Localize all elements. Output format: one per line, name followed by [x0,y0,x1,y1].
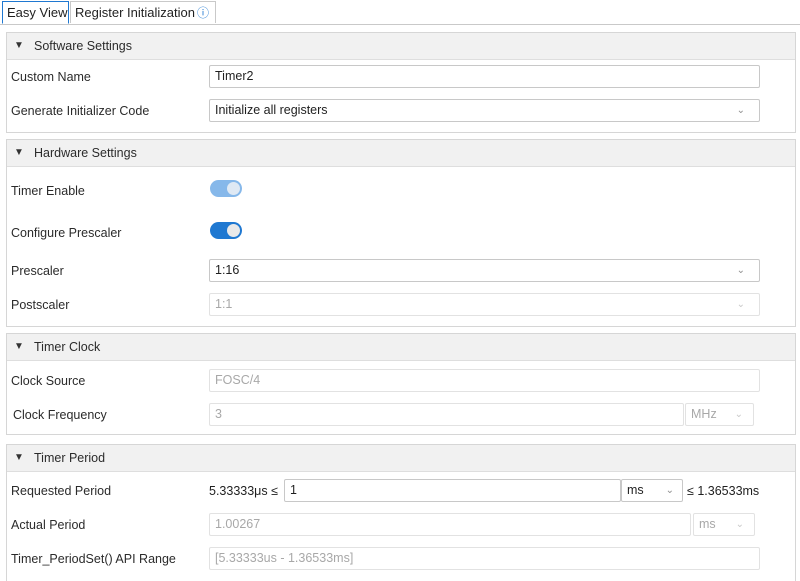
tab-easy-view-label: Easy View [7,5,68,20]
chevron-down-icon: ⌄ [736,265,745,276]
section-title: Timer Clock [34,340,101,354]
actual-period-value: 1.00267 [215,517,261,531]
hardware-settings-section: ▼ Hardware Settings Timer Enable Configu… [6,139,796,327]
prescaler-select[interactable]: 1:16 ⌄ [209,259,760,282]
requested-period-unit: ms [627,483,644,497]
chevron-down-icon: ⌄ [734,409,743,420]
actual-period-unit-select: ms ⌄ [693,513,755,536]
collapse-caret-icon[interactable]: ▼ [14,341,24,352]
generate-initializer-value: Initialize all registers [215,103,328,117]
section-title: Software Settings [34,39,132,53]
api-range-field: [5.33333us - 1.36533ms] [209,547,760,570]
actual-period-unit: ms [699,517,716,531]
collapse-caret-icon[interactable]: ▼ [14,147,24,158]
tab-easy-view[interactable]: Easy View [2,1,69,24]
timer-enable-toggle[interactable] [210,180,242,197]
clock-source-value: FOSC/4 [215,373,261,387]
api-range-label: Timer_PeriodSet() API Range [11,552,176,566]
requested-period-unit-select[interactable]: ms ⌄ [621,479,683,502]
timer-clock-section: ▼ Timer Clock Clock Source FOSC/4 Clock … [6,333,796,435]
postscaler-label: Postscaler [11,298,70,312]
custom-name-label: Custom Name [11,70,91,84]
timer-clock-header[interactable]: ▼ Timer Clock [7,334,795,361]
timer-enable-label: Timer Enable [11,184,85,198]
toggle-knob [227,182,240,195]
timer-period-header[interactable]: ▼ Timer Period [7,445,795,472]
api-range-value: [5.33333us - 1.36533ms] [215,551,354,565]
generate-initializer-select[interactable]: Initialize all registers ⌄ [209,99,760,122]
collapse-caret-icon[interactable]: ▼ [14,452,24,463]
clock-frequency-field: 3 [209,403,684,426]
clock-frequency-unit: MHz [691,407,717,421]
collapse-caret-icon[interactable]: ▼ [14,40,24,51]
requested-period-label: Requested Period [11,484,112,498]
custom-name-value: Timer2 [215,69,254,83]
requested-period-value: 1 [290,483,297,497]
timer-period-section: ▼ Timer Period Requested Period 5.33333μ… [6,444,796,581]
clock-source-field: FOSC/4 [209,369,760,392]
chevron-down-icon: ⌄ [736,299,745,310]
tab-bar: Easy View Register Initialization ⓘ [0,0,800,25]
prescaler-label: Prescaler [11,264,64,278]
clock-source-label: Clock Source [11,374,86,388]
actual-period-label: Actual Period [11,518,86,532]
requested-period-input[interactable]: 1 [284,479,621,502]
chevron-down-icon: ⌄ [665,485,674,496]
prescaler-value: 1:16 [215,263,240,277]
info-icon[interactable]: ⓘ [197,6,209,20]
software-settings-header[interactable]: ▼ Software Settings [7,33,795,60]
software-settings-section: ▼ Software Settings Custom Name Timer2 G… [6,32,796,133]
requested-period-min: 5.33333μs ≤ [209,484,278,498]
generate-initializer-label: Generate Initializer Code [11,104,150,118]
clock-frequency-label: Clock Frequency [13,408,107,422]
section-title: Timer Period [34,451,106,465]
requested-period-max: ≤ 1.36533ms [687,484,760,498]
clock-frequency-value: 3 [215,407,222,421]
section-title: Hardware Settings [34,146,137,160]
toggle-knob [227,224,240,237]
chevron-down-icon: ⌄ [735,519,744,530]
clock-frequency-unit-select: MHz ⌄ [685,403,754,426]
chevron-down-icon: ⌄ [736,105,745,116]
actual-period-field: 1.00267 [209,513,691,536]
postscaler-value: 1:1 [215,297,233,311]
tab-register-initialization-label: Register Initialization [75,5,195,20]
tab-register-initialization[interactable]: Register Initialization ⓘ [70,1,216,23]
hardware-settings-header[interactable]: ▼ Hardware Settings [7,140,795,167]
postscaler-select: 1:1 ⌄ [209,293,760,316]
configure-prescaler-toggle[interactable] [210,222,242,239]
custom-name-input[interactable]: Timer2 [209,65,760,88]
configure-prescaler-label: Configure Prescaler [11,226,122,240]
